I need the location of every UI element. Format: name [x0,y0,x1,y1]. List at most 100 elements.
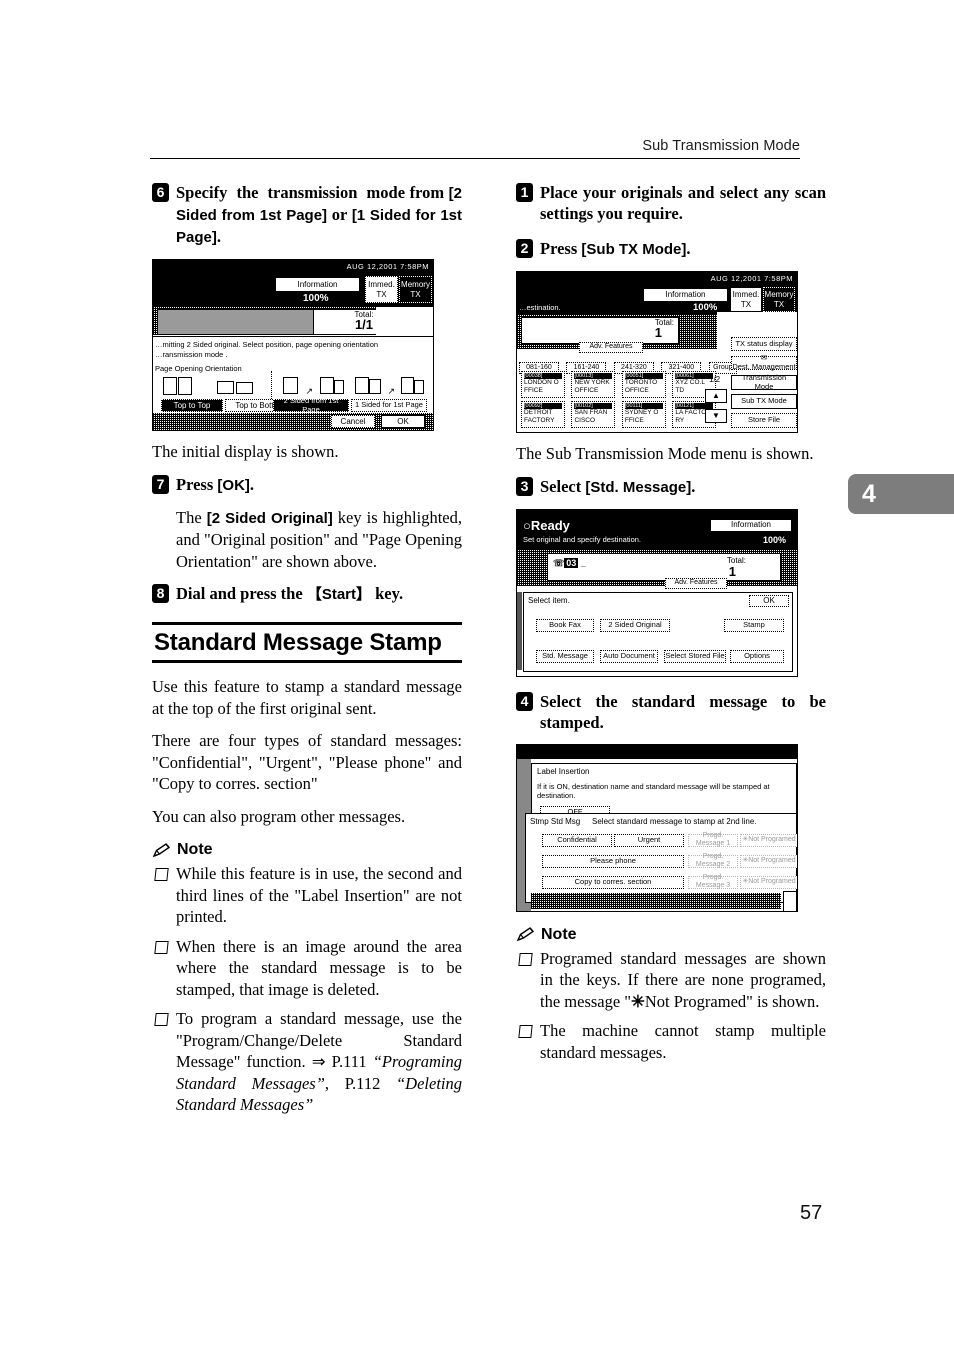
lcd1-immediate-tx-button[interactable]: Immed. TX [365,276,398,303]
lcd4-not-programed-2-key[interactable]: ✳Not Programed [740,854,797,868]
lcd3-dial-box: ☏ 03 _ Total: 1 [547,552,781,581]
step-3-text: Select [Std. Message]. [540,476,696,496]
lcd1-icon-1sided-1st: ↗ [355,377,425,399]
paragraph-3: You can also program other messages. [152,806,406,826]
lcd1-destination-field [157,309,314,335]
document-page: Sub Transmission Mode 4 57 6 Specify the… [0,0,954,1351]
lcd2-information-button[interactable]: Information [643,288,728,302]
lcd3-std-message-key[interactable]: Std. Message [536,649,594,663]
lcd2-dest-management-label: Dest. Management [732,362,796,371]
lcd3-2-sided-original-key[interactable]: 2 Sided Original [600,618,670,632]
step-7-number: 7 [152,474,169,494]
lcd1-1sided-1st-key[interactable]: 1 Sided for 1st Page [351,399,427,412]
lcd4-stmp-title: Stmp Std Msg [530,816,581,826]
lcd3-select-stored-file-key[interactable]: Select Stored File [664,649,726,663]
lcd2-memory-tx-button[interactable]: Memory TX [763,287,795,312]
page-number: 57 [800,1202,823,1224]
lcd1-zoom-value: 100% [303,293,329,304]
lcd2-adv-features-button[interactable]: Adv. Features [579,342,643,353]
lcd2-dest-line1: SAN FRAN [574,409,608,417]
lcd2-dest-management-key[interactable]: ✉ Dest. Management [731,354,797,371]
step-7-text: Press [OK]. [176,474,255,494]
lcd2-sub-tx-mode-key[interactable]: Sub TX Mode [731,394,797,409]
step-2-text: Press [Sub TX Mode]. [540,239,691,258]
lcd3-stamp-key[interactable]: Stamp [724,618,784,632]
lcd2-memory-line2: TX [773,299,785,309]
note-heading-right: Note [516,926,826,944]
lcd3-adv-features-button[interactable]: Adv. Features [665,577,727,589]
running-head: Sub Transmission Mode [642,138,800,154]
lcd2-scroll-up-button[interactable]: ▲ [705,389,727,403]
lcd4-not-programed-1-key[interactable]: ✳Not Programed [740,833,797,847]
lcd4-urgent-key[interactable]: Urgent [614,833,684,847]
lcd2-transmission-mode-key[interactable]: Transmission Mode [731,373,797,390]
step-3-number: 3 [516,476,533,496]
note-bullet-icon [154,1013,169,1026]
note-label-left: Note [177,841,213,858]
lcd2-destination-row: [00092] DETROIT FACTORY [00102] SAN FRAN… [521,401,717,428]
note-bullet-icon [154,868,169,881]
lcd4-please-phone-key[interactable]: Please phone [542,854,684,868]
note-text: Programed standard messages are shown in… [540,948,826,1013]
lcd-screenshot-sub-tx-menu: AUG 12,2001 7:58PM Information …estinati… [516,271,798,433]
step-4-number: 4 [516,691,533,711]
lcd1-top-to-top-key[interactable]: Top to Top [161,399,223,412]
lcd4-not-programed-3-key[interactable]: ✳Not Programed [740,875,797,889]
lcd1-ok-button[interactable]: OK [381,415,425,428]
lcd3-sub-status: Set original and specify destination. [523,534,641,544]
lcd1-information-button[interactable]: Information [275,277,360,292]
lcd4-progd-message-2-key[interactable]: Progd. Message 2 [688,853,738,868]
rnote1-mid: Not Programed" is shown. [644,991,820,1011]
note-text: To program a standard message, use the "… [176,1008,462,1116]
lcd1-memory-line1: Memory [401,280,430,290]
lcd2-dest-line2: FFICE [624,416,644,424]
lcd3-ready-label: Ready [530,517,570,533]
step8-key: 【Start】 [306,586,371,603]
lcd1-header-row: Information 100% Immed. TX Memory TX [153,273,433,307]
lcd2-immediate-tx-button[interactable]: Immed. TX [730,287,762,312]
paragraph-2: There are four types of standard message… [152,731,462,793]
pencil-icon [152,842,171,858]
lcd4-copy-to-corres-key[interactable]: Copy to corres. section [542,875,684,889]
right-column: 1 Place your originals and select any sc… [516,182,826,1071]
lcd4-topbar [517,744,797,759]
lcd4-confidential-key[interactable]: Confidential [542,833,612,847]
step-3: 3 Select [Std. Message]. [516,476,826,498]
lcd2-dest-line2: OFFICE [624,386,649,394]
note-text: While this feature is in use, the second… [176,864,462,926]
lcd1-memory-tx-button[interactable]: Memory TX [399,276,432,303]
lcd4-stmp-desc: Select standard message to stamp at 2nd … [592,816,757,826]
header-rule [150,158,800,159]
step-4-text: Select the standard message to be stampe… [540,691,826,732]
left-column: 6 Specify the transmission mode from [2 … [152,182,462,1124]
lcd1-clock: AUG 12,2001 7:58PM [153,260,433,273]
lcd4-progd-message-3-key[interactable]: Progd. Message 3 [688,874,738,889]
lcd2-store-file-key[interactable]: Store File [731,413,797,428]
step-1-text: Place your originals and select any scan… [540,183,826,223]
step8-pre: Dial and press the [176,584,307,603]
lcd3-header: ○Ready Set original and specify destinat… [517,515,797,550]
lcd2-destination-row: [00038] LONDON O FFICE [00013] NEW YORK … [521,371,717,398]
lcd1-2sided-1st-key[interactable]: 2 Sided from 1st Page [273,396,349,413]
section-title: Standard Message Stamp [154,629,442,656]
lcd1-cancel-button[interactable]: Cancel [331,415,375,428]
lcd3-information-button[interactable]: Information [710,518,792,532]
lcd3-auto-document-key[interactable]: Auto Document [600,649,658,663]
lcd2-dest-line1: TORONTO [624,379,658,387]
lcd3-options-key[interactable]: Options [730,649,784,663]
step-4: 4 Select the standard message to be stam… [516,691,826,733]
section-rule-bottom [152,660,462,663]
lcd2-dest-line1: XYZ CO.L [675,379,705,387]
lcd2-dest-line2: FFICE [524,386,543,394]
step-1: 1 Place your originals and select any sc… [516,182,826,224]
chapter-tab: 4 [848,474,954,514]
note-text: When there is an image around the area w… [176,936,462,999]
lcd2-memory-line1: Memory [764,290,794,300]
note-bullet-icon [154,940,169,954]
lcd3-ok-button[interactable]: OK [749,594,789,607]
lcd4-progd-message-1-key[interactable]: Progd. Message 1 [688,832,738,847]
lcd3-book-fax-key[interactable]: Book Fax [536,618,594,632]
lcd2-scroll-down-button[interactable]: ▼ [705,409,727,423]
lcd2-tx-status-display-key[interactable]: TX status display [731,337,797,351]
lcd2-header-row: Information …estination. 100% Immed. TX … [517,285,797,315]
